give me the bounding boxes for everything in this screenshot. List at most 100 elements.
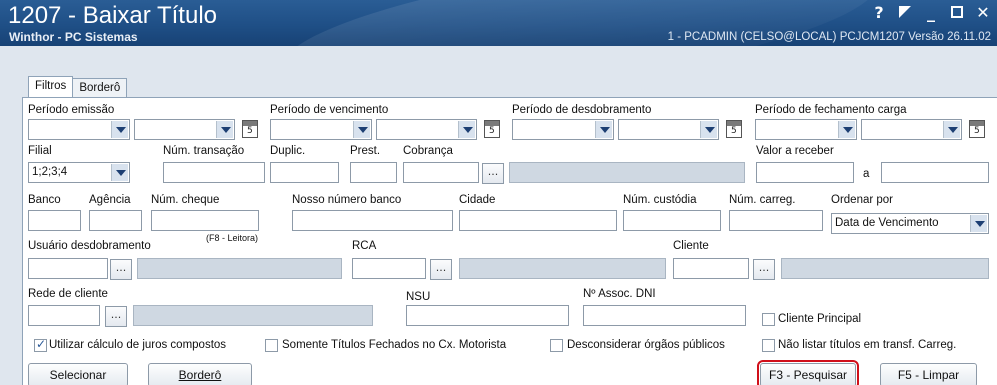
cliente-principal-checkbox[interactable]	[762, 313, 775, 326]
emissao-from-select[interactable]	[28, 119, 130, 140]
num-carreg-input[interactable]	[729, 210, 823, 231]
maximize-icon[interactable]	[951, 6, 963, 18]
somente-fechados-checkbox[interactable]	[265, 339, 278, 352]
cliente-input[interactable]	[673, 258, 749, 279]
chevron-down-icon[interactable]	[700, 121, 717, 138]
emissao-to-select[interactable]	[134, 119, 235, 140]
calendar-icon[interactable]	[726, 120, 742, 138]
ordenar-por-select[interactable]: Data de Vencimento	[831, 213, 989, 234]
cidade-label: Cidade	[459, 194, 496, 206]
assoc-dni-label: Nº Assoc. DNI	[583, 288, 656, 300]
nsu-input[interactable]	[406, 305, 569, 326]
tab-filtros[interactable]: Filtros	[28, 76, 74, 98]
nsu-label: NSU	[406, 291, 431, 303]
agencia-input[interactable]	[89, 210, 142, 231]
duplic-label: Duplic.	[270, 145, 306, 157]
vencimento-to-select[interactable]	[376, 119, 477, 140]
desdobramento-to-select[interactable]	[618, 119, 719, 140]
window-title: 1207 - Baixar Título	[8, 2, 218, 29]
valor-separator: a	[863, 168, 870, 180]
rca-input[interactable]	[352, 258, 426, 279]
periodo-fechamento-label: Período de fechamento carga	[755, 104, 907, 116]
ordenar-por-value: Data de Vencimento	[835, 217, 939, 229]
nao-listar-transf-checkbox[interactable]	[762, 339, 775, 352]
f8-leitora-hint: (F8 - Leitora)	[206, 233, 259, 243]
valor-from-input[interactable]	[756, 162, 854, 183]
rede-cliente-search-button[interactable]: ...	[105, 306, 127, 327]
status-info: 1 - PCADMIN (CELSO@LOCAL) PCJCM1207 Vers…	[667, 31, 991, 43]
banco-label: Banco	[28, 194, 61, 206]
filial-label: Filial	[28, 145, 52, 157]
chevron-down-icon[interactable]	[943, 121, 960, 138]
chevron-down-icon[interactable]	[216, 121, 233, 138]
valor-receber-label: Valor a receber	[756, 145, 834, 157]
cobranca-label: Cobrança	[403, 145, 453, 157]
num-custodia-label: Núm. custódia	[623, 194, 697, 206]
rede-cliente-description	[133, 305, 373, 326]
help-button[interactable]: ?	[871, 3, 887, 22]
chevron-down-icon[interactable]	[970, 215, 987, 232]
chevron-down-icon[interactable]	[458, 121, 475, 138]
ordenar-por-label: Ordenar por	[831, 194, 894, 206]
nosso-numero-input[interactable]	[292, 210, 453, 231]
title-bar: 1207 - Baixar Título Winthor - PC Sistem…	[0, 0, 997, 46]
num-carreg-label: Núm. carreg.	[729, 194, 796, 206]
fechamento-from-select[interactable]	[755, 119, 857, 140]
cliente-search-button[interactable]: ...	[753, 259, 775, 280]
usuario-desdobramento-input[interactable]	[28, 258, 108, 279]
prest-input[interactable]	[350, 162, 397, 183]
rca-label: RCA	[352, 240, 377, 252]
filial-select[interactable]: 1;2;3;4	[28, 162, 130, 183]
banco-input[interactable]	[28, 210, 81, 231]
selecionar-button[interactable]: Selecionar	[28, 363, 128, 385]
chevron-down-icon[interactable]	[111, 121, 128, 138]
window-controls: ? _ ✕	[871, 3, 991, 22]
chevron-down-icon[interactable]	[353, 121, 370, 138]
cobranca-input[interactable]	[403, 162, 479, 183]
filial-value: 1;2;3;4	[32, 166, 68, 178]
limpar-button[interactable]: F5 - Limpar	[880, 363, 977, 385]
tab-bordero[interactable]: Borderô	[72, 78, 128, 98]
periodo-vencimento-label: Período de vencimento	[270, 104, 389, 116]
calendar-icon[interactable]	[242, 120, 258, 138]
num-custodia-input[interactable]	[623, 210, 721, 231]
calendar-icon[interactable]	[969, 120, 985, 138]
juros-compostos-checkbox[interactable]	[34, 337, 47, 352]
tab-bar: Filtros Borderô	[28, 76, 128, 98]
num-cheque-input[interactable]	[151, 210, 259, 231]
cliente-label: Cliente	[673, 240, 709, 252]
desconsiderar-orgaos-checkbox[interactable]	[550, 339, 563, 352]
edit-icon[interactable]	[899, 6, 911, 18]
duplic-input[interactable]	[270, 162, 339, 183]
cobranca-description	[509, 162, 745, 183]
usuario-description	[137, 258, 342, 279]
minimize-button[interactable]: _	[923, 3, 939, 22]
vencimento-from-select[interactable]	[270, 119, 372, 140]
assoc-dni-input[interactable]	[583, 305, 746, 326]
chevron-down-icon[interactable]	[838, 121, 855, 138]
pesquisar-button[interactable]: F3 - Pesquisar	[757, 360, 859, 385]
calendar-icon[interactable]	[484, 120, 500, 138]
agencia-label: Agência	[89, 194, 131, 206]
usuario-desdobramento-label: Usuário desdobramento	[28, 240, 151, 252]
desdobramento-from-select[interactable]	[512, 119, 614, 140]
chevron-down-icon[interactable]	[595, 121, 612, 138]
valor-to-input[interactable]	[881, 162, 989, 183]
somente-fechados-label: Somente Títulos Fechados no Cx. Motorist…	[282, 339, 507, 351]
chevron-down-icon[interactable]	[111, 164, 128, 181]
num-cheque-label: Núm. cheque	[151, 194, 220, 206]
bordero-button[interactable]: Borderô	[148, 363, 252, 385]
fechamento-to-select[interactable]	[861, 119, 962, 140]
cidade-input[interactable]	[459, 210, 617, 231]
rca-search-button[interactable]: ...	[430, 259, 452, 280]
nao-listar-transf-label: Não listar títulos em transf. Carreg.	[778, 339, 957, 351]
usuario-search-button[interactable]: ...	[110, 259, 132, 280]
num-transacao-input[interactable]	[163, 162, 265, 183]
rca-description	[459, 258, 666, 279]
cobranca-search-button[interactable]: ...	[482, 163, 504, 184]
close-button[interactable]: ✕	[975, 3, 991, 22]
nosso-numero-label: Nosso número banco	[292, 194, 402, 206]
rede-cliente-input[interactable]	[28, 305, 100, 326]
rede-cliente-label: Rede de cliente	[28, 288, 108, 300]
num-transacao-label: Núm. transação	[163, 145, 245, 157]
